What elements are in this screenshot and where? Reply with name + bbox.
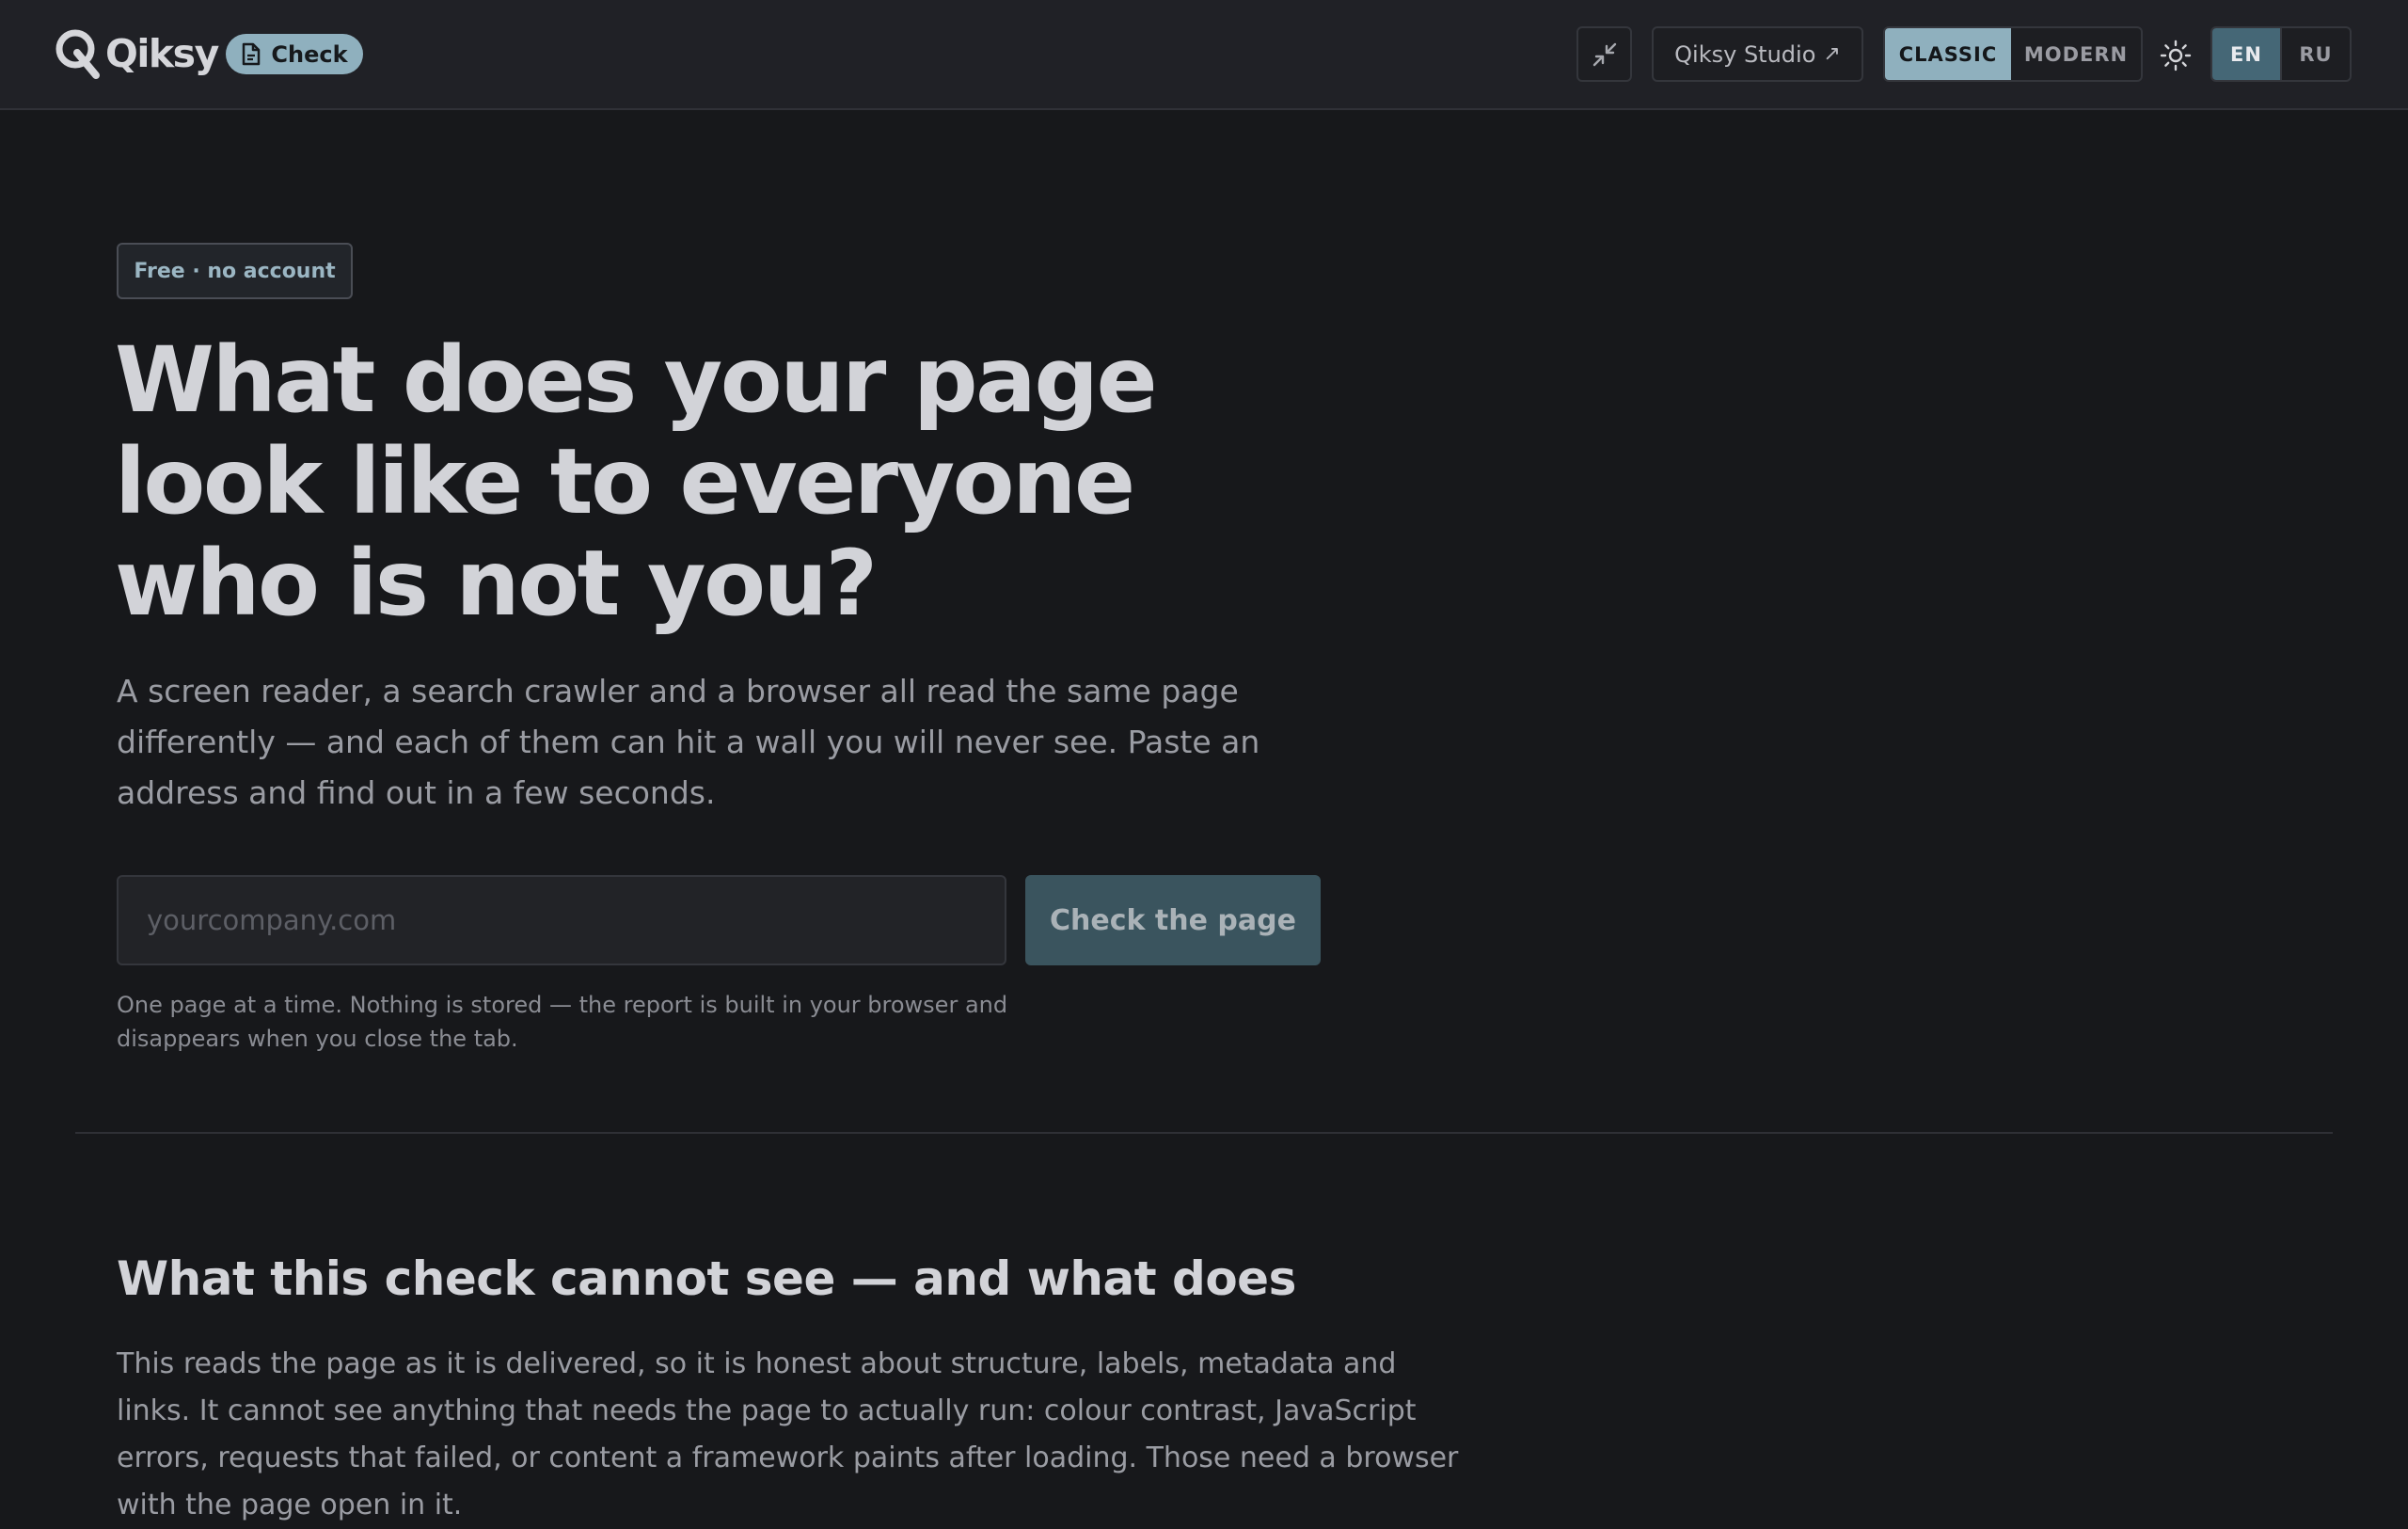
qiksy-logo-icon	[55, 29, 100, 79]
studio-link[interactable]: Qiksy Studio ↗	[1652, 26, 1863, 82]
top-bar: Qiksy Check Qiksy Studio ↗ CLASSIC MODER…	[0, 0, 2408, 110]
language-toggle: EN RU	[2210, 26, 2352, 82]
product-badge[interactable]: Check	[226, 34, 363, 74]
external-arrow-icon: ↗	[1823, 42, 1841, 66]
privacy-note: One page at a time. Nothing is stored — …	[117, 992, 1008, 1052]
section-divider	[75, 1132, 2333, 1134]
studio-link-label: Qiksy Studio	[1674, 40, 1816, 68]
check-page-button[interactable]: Check the page	[1025, 875, 1321, 965]
collapse-button[interactable]	[1576, 26, 1632, 82]
style-option-modern[interactable]: MODERN	[2011, 28, 2141, 80]
document-icon	[243, 42, 261, 66]
language-option-en[interactable]: EN	[2212, 28, 2282, 80]
section-text: This reads the page as it is delivered, …	[117, 1347, 1459, 1521]
product-badge-label: Check	[271, 40, 348, 68]
hero-title: What does your page look like to everyon…	[115, 327, 1158, 636]
collapse-icon	[1592, 42, 1616, 66]
sun-icon	[2160, 40, 2192, 72]
logo[interactable]: Qiksy	[55, 27, 219, 80]
style-toggle: CLASSIC MODERN	[1883, 26, 2143, 82]
theme-toggle[interactable]	[2160, 40, 2192, 72]
url-input[interactable]	[117, 875, 1006, 965]
style-option-classic[interactable]: CLASSIC	[1885, 28, 2011, 80]
section-title: What this check cannot see — and what do…	[117, 1251, 1296, 1306]
hero-lead: A screen reader, a search crawler and a …	[117, 673, 1260, 811]
logo-text: Qiksy	[105, 31, 219, 76]
free-badge: Free · no account	[117, 243, 353, 299]
language-option-ru[interactable]: RU	[2282, 28, 2350, 80]
